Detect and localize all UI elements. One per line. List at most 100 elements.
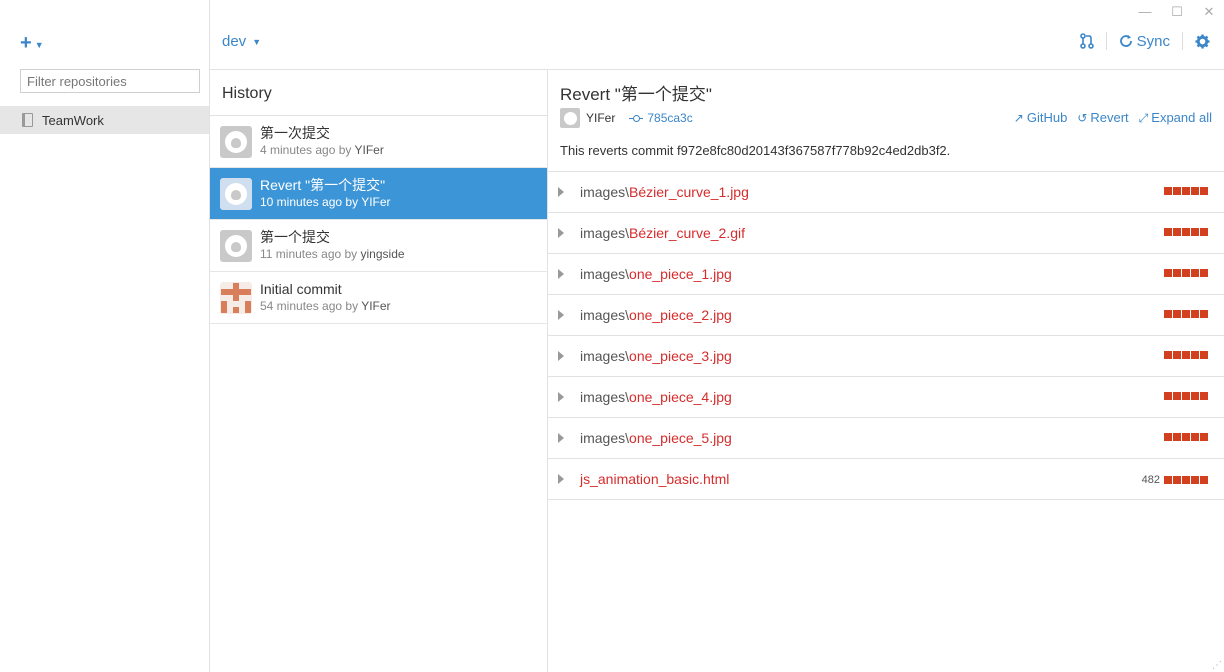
minimize-icon[interactable]: — [1138,4,1152,20]
commit-sha: 785ca3c [647,111,693,125]
file-row[interactable]: images\ one_piece_2.jpg [548,295,1224,336]
commit-message: 第一次提交 [260,124,330,141]
commit-item[interactable]: 第一个提交 11 minutes ago by yingside [210,220,547,272]
expand-label: Expand all [1151,110,1212,125]
identicon-avatar [220,281,252,314]
disclosure-triangle-icon[interactable] [558,392,564,402]
maximize-icon[interactable]: ☐ [1170,4,1184,20]
diff-stat [1160,351,1208,359]
repository-label: TeamWork [42,112,104,128]
revert-icon: ↺ [1077,111,1088,125]
avatar [220,125,252,158]
file-row[interactable]: images\ one_piece_5.jpg [548,418,1224,459]
file-directory: images\ [580,389,630,405]
file-name: js_animation_basic.html [580,471,730,487]
file-directory: images\ [580,225,630,241]
disclosure-triangle-icon[interactable] [558,310,564,320]
github-label: GitHub [1026,110,1068,125]
diff-stat [1160,310,1208,318]
github-button[interactable]: ↗ GitHub [1014,110,1068,126]
repository-book-icon [22,113,33,127]
commit-title: Revert "第一个提交" [560,85,712,104]
commit-time: 4 minutes ago by [260,142,352,157]
commit-time: 10 minutes ago by [260,194,359,209]
file-directory: images\ [580,348,630,364]
file-name: one_piece_1.jpg [629,266,732,282]
diff-stat [1160,187,1208,195]
resize-grip-icon[interactable]: ⋰ [1212,660,1222,671]
history-panel: History 第一次提交 4 minutes ago by YIFer Rev… [210,70,548,672]
avatar [220,177,252,210]
disclosure-triangle-icon[interactable] [558,187,564,197]
sidebar-item-teamwork[interactable]: TeamWork [0,106,209,134]
history-title: History [210,70,547,116]
file-directory: images\ [580,430,630,446]
sync-label: Sync [1136,32,1170,50]
disclosure-triangle-icon[interactable] [558,351,564,361]
commit-icon [629,115,644,122]
revert-button[interactable]: ↺ Revert [1077,110,1128,126]
commit-message: 第一个提交 [260,228,330,245]
branch-selector[interactable]: dev ▼ [222,33,261,50]
disclosure-triangle-icon[interactable] [558,269,564,279]
diff-stat: 482 [1142,474,1208,486]
file-directory: images\ [580,266,630,282]
disclosure-triangle-icon[interactable] [558,433,564,443]
external-link-icon: ↗ [1013,111,1024,125]
commit-time: 11 minutes ago by [260,246,358,261]
add-repository-button[interactable]: + ▼ [20,32,44,55]
file-row[interactable]: js_animation_basic.html 482 [548,459,1224,500]
diff-stat [1160,392,1208,400]
plus-icon: + [20,32,32,54]
gear-icon[interactable] [1195,33,1210,49]
window-controls: — ☐ ✕ [1138,4,1216,20]
file-row[interactable]: images\ one_piece_4.jpg [548,377,1224,418]
avatar [560,108,580,128]
commit-description: This reverts commit f972e8fc80d20143f367… [560,143,951,158]
toolbar: dev ▼ Sync [210,24,1224,70]
sync-icon [1119,34,1133,48]
expand-icon: ⤢ [1138,111,1149,125]
file-row[interactable]: images\ one_piece_3.jpg [548,336,1224,377]
changed-files-list: images\ Bézier_curve_1.jpg images\ Bézier_… [548,171,1224,500]
sidebar: + ▼ TeamWork [0,0,210,672]
revert-label: Revert [1090,110,1129,125]
diff-stat [1160,433,1208,441]
file-row[interactable]: images\ Bézier_curve_2.gif [548,213,1224,254]
file-row[interactable]: images\ one_piece_1.jpg [548,254,1224,295]
commit-item[interactable]: Initial commit 54 minutes ago by YIFer [210,272,547,324]
commit-item-selected[interactable]: Revert "第一个提交" 10 minutes ago by YIFer [210,168,547,220]
commit-detail-panel: Revert "第一个提交" YIFer 785ca3c ↗ GitHub ↺ Re… [548,70,1224,672]
file-name: Bézier_curve_1.jpg [629,184,749,200]
disclosure-triangle-icon[interactable] [558,474,564,484]
sync-button[interactable]: Sync [1119,33,1170,50]
commit-time: 54 minutes ago by [260,298,359,313]
commit-author: YIFer [354,142,384,157]
file-name: one_piece_2.jpg [629,307,732,323]
divider [1182,32,1183,50]
file-directory: images\ [580,307,630,323]
file-name: one_piece_3.jpg [629,348,732,364]
diff-stat [1160,269,1208,277]
disclosure-triangle-icon[interactable] [558,228,564,238]
commit-author-row: YIFer 785ca3c [560,108,693,128]
pull-request-icon[interactable] [1079,33,1094,49]
chevron-down-icon: ▼ [252,36,262,47]
close-icon[interactable]: ✕ [1202,4,1216,20]
commit-author: yingside [360,246,405,261]
commit-author: YIFer [586,111,616,125]
filter-repositories-input[interactable] [20,69,200,93]
commit-author: YIFer [361,298,391,313]
expand-all-button[interactable]: ⤢ Expand all [1139,110,1212,126]
divider [1105,32,1107,50]
diff-stat [1160,228,1208,236]
commit-item[interactable]: 第一次提交 4 minutes ago by YIFer [210,116,547,168]
file-row[interactable]: images\ Bézier_curve_1.jpg [548,172,1224,213]
file-name: Bézier_curve_2.gif [629,225,745,241]
commit-sha-link[interactable]: 785ca3c [629,111,693,125]
file-name: one_piece_4.jpg [629,389,732,405]
branch-label: dev [222,33,247,50]
file-name: one_piece_5.jpg [629,430,732,446]
commit-author: YIFer [361,194,391,209]
commit-message: Initial commit [260,280,342,297]
